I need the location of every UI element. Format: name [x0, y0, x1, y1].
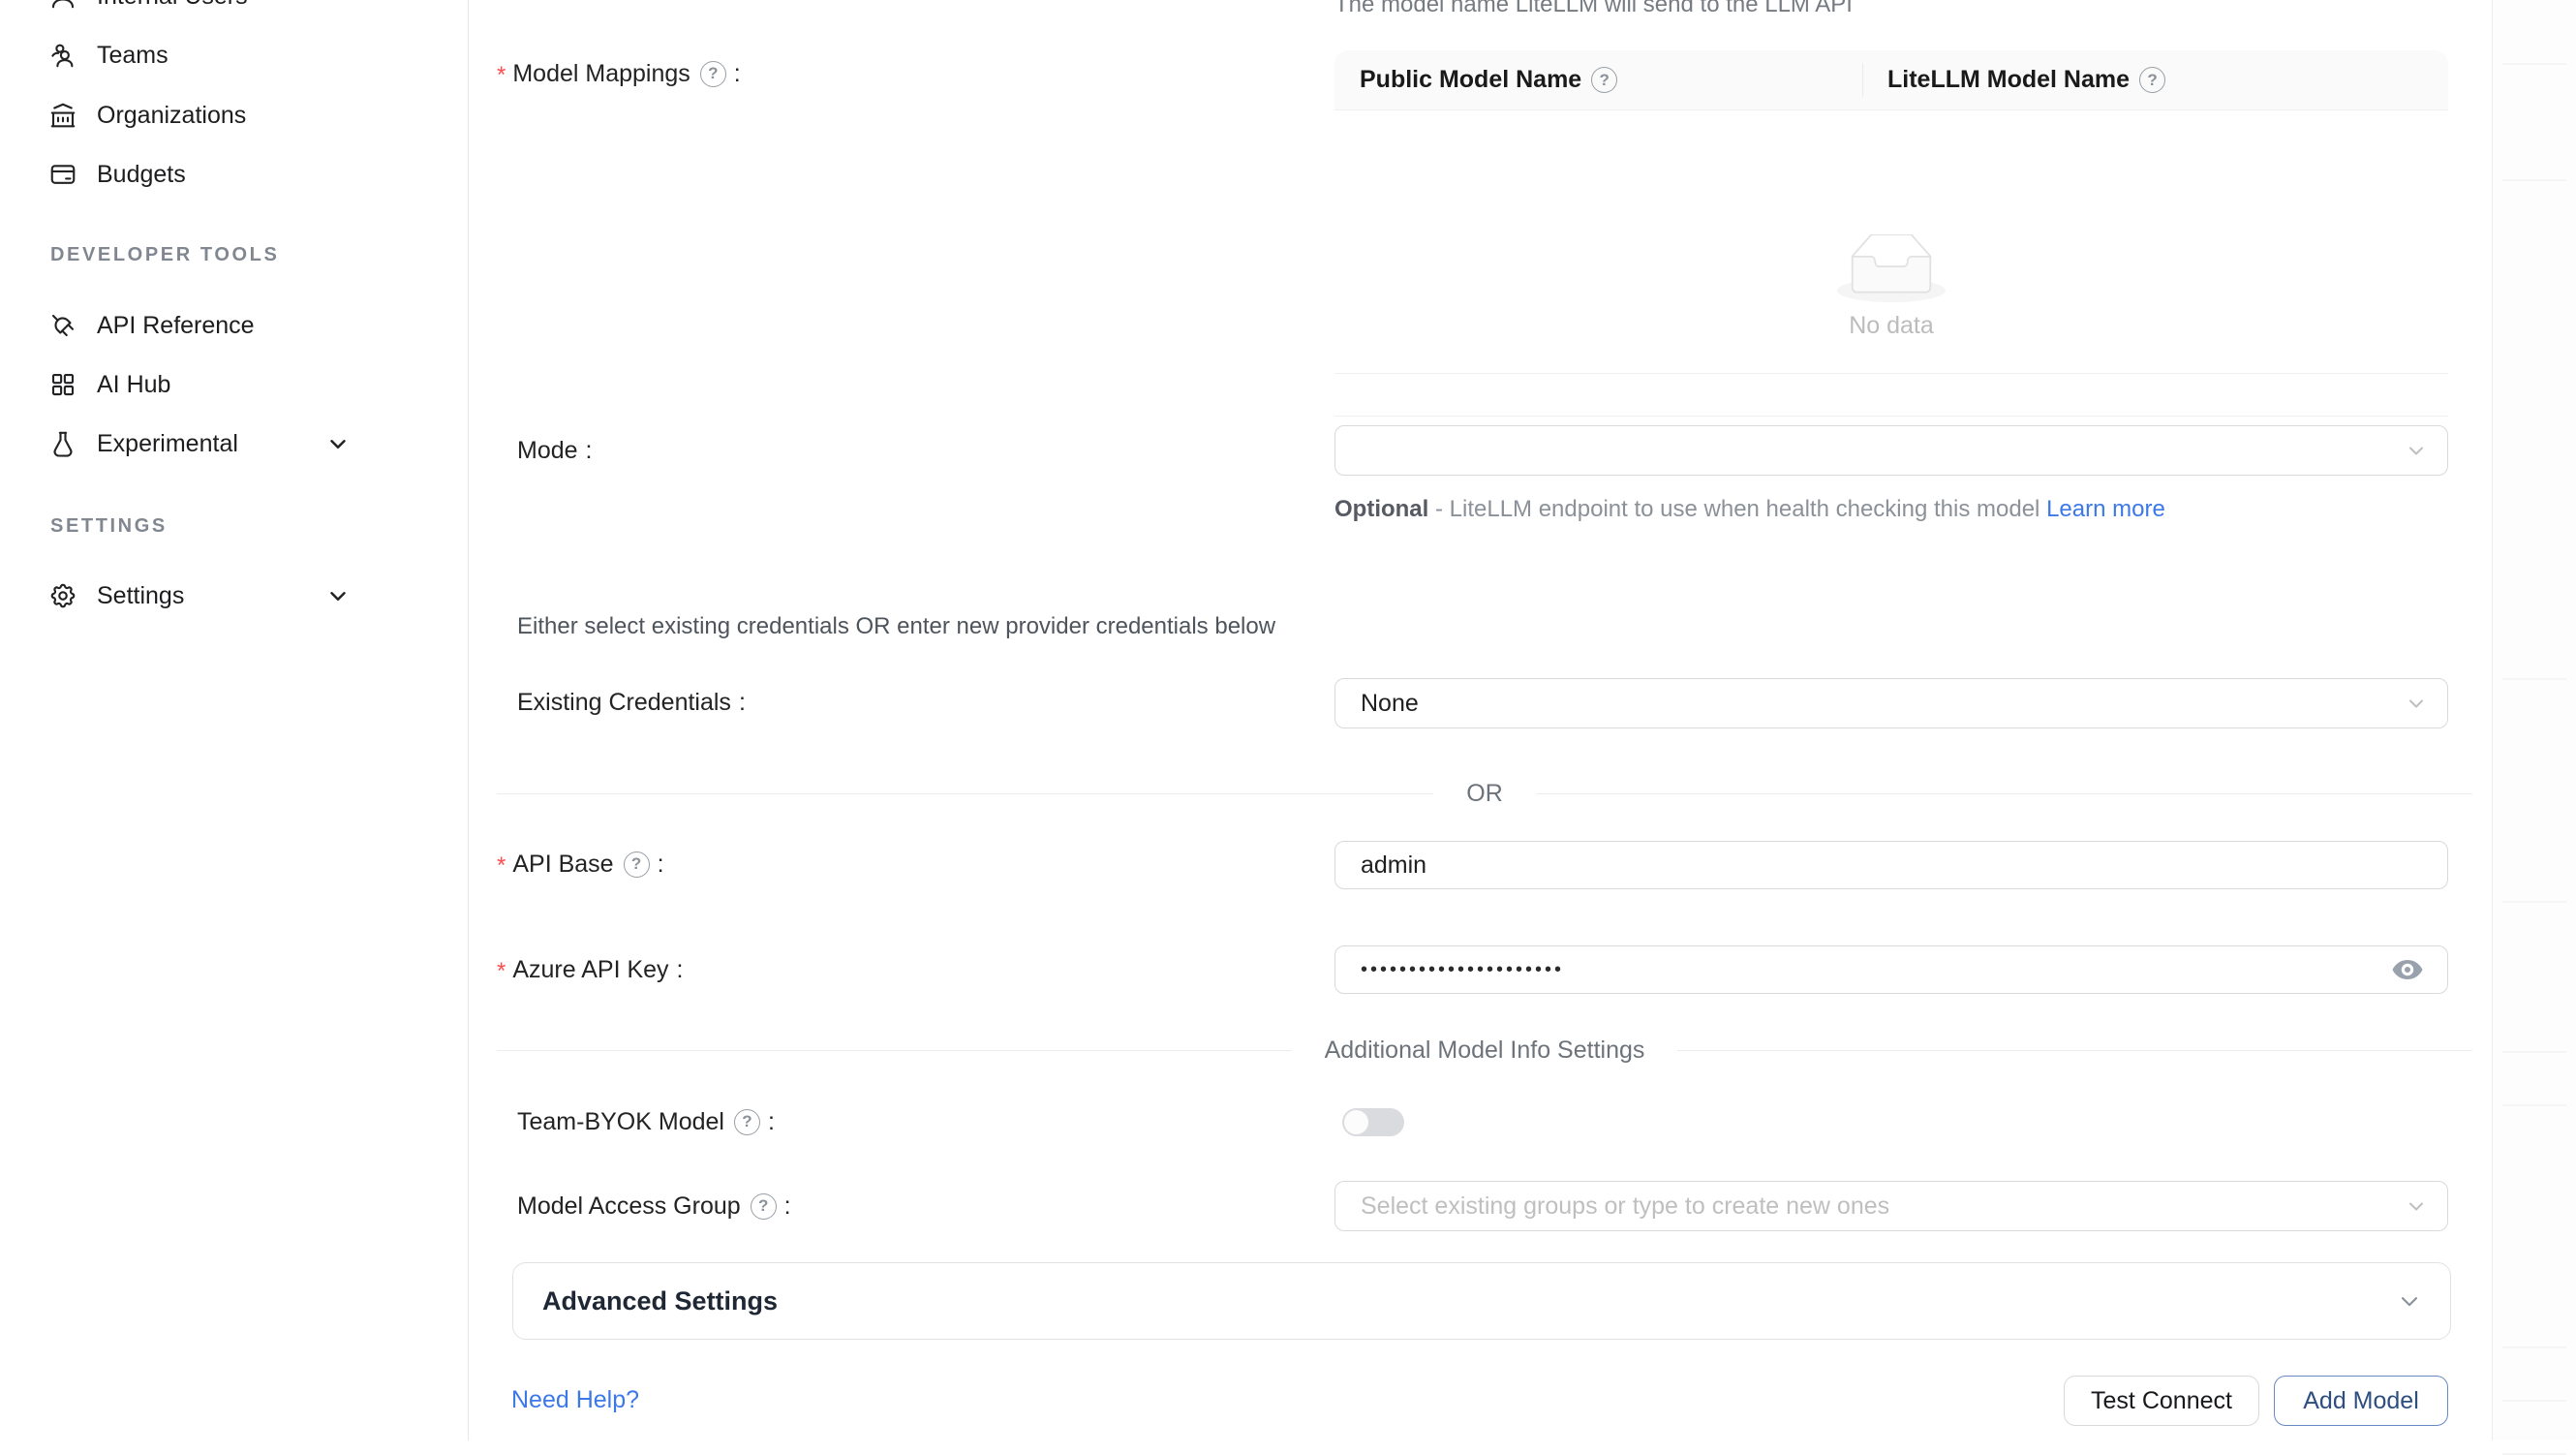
no-data-text: No data: [1849, 312, 1934, 340]
help-question-icon[interactable]: ?: [751, 1193, 777, 1220]
sidebar-section-developer-tools: DEVELOPER TOOLS: [50, 242, 279, 267]
additional-settings-divider: Additional Model Info Settings: [497, 1037, 2472, 1064]
required-marker: *: [497, 958, 506, 985]
empty-state: No data: [1334, 234, 2448, 340]
column-separator: [1862, 63, 1863, 97]
api-base-label: * API Base ? :: [497, 847, 664, 882]
column-header-litellm-model-name: LiteLLM Model Name ?: [1862, 50, 2448, 109]
mode-select[interactable]: [1334, 425, 2448, 476]
flask-icon: [48, 429, 77, 458]
users-icon: [48, 41, 77, 70]
sidebar-item-teams[interactable]: Teams: [0, 26, 468, 84]
azure-api-key-label: * Azure API Key :: [497, 952, 684, 987]
toggle-knob: [1344, 1110, 1368, 1134]
sidebar-item-label: Experimental: [97, 430, 238, 458]
sidebar-item-organizations[interactable]: Organizations: [0, 86, 468, 144]
sidebar-item-ai-hub[interactable]: AI Hub: [0, 356, 468, 414]
sidebar-item-settings[interactable]: Settings: [0, 567, 468, 625]
advanced-settings-title: Advanced Settings: [542, 1286, 778, 1316]
team-byok-label: Team-BYOK Model ? :: [517, 1104, 775, 1139]
sidebar-item-budgets[interactable]: Budgets: [0, 145, 468, 203]
required-marker: *: [497, 852, 506, 880]
column-header-public-model-name: Public Model Name ?: [1334, 50, 1862, 109]
sidebar-item-experimental[interactable]: Experimental: [0, 415, 468, 473]
or-divider: OR: [497, 780, 2472, 807]
help-question-icon[interactable]: ?: [1591, 67, 1617, 93]
model-access-group-select[interactable]: Select existing groups or type to create…: [1334, 1181, 2448, 1231]
sidebar-item-label: Settings: [97, 582, 184, 610]
chevron-down-icon: [2405, 1194, 2428, 1218]
test-connect-button[interactable]: Test Connect: [2064, 1376, 2259, 1426]
existing-credentials-select[interactable]: None: [1334, 678, 2448, 728]
gear-icon: [48, 581, 77, 610]
model-mappings-label: * Model Mappings ? :: [497, 56, 741, 91]
learn-more-link[interactable]: Learn more: [2046, 496, 2165, 522]
sidebar-item-api-reference[interactable]: API Reference: [0, 296, 468, 355]
mode-hint: Optional - LiteLLM endpoint to use when …: [1334, 490, 2218, 528]
model-name-hint: The model name LiteLLM will send to the …: [1334, 0, 1853, 18]
sidebar-section-settings: SETTINGS: [50, 513, 168, 539]
help-question-icon[interactable]: ?: [734, 1109, 760, 1135]
masked-password-value: •••••••••••••••••••••: [1361, 959, 1564, 981]
azure-api-key-input[interactable]: •••••••••••••••••••••: [1334, 945, 2448, 994]
model-access-group-label: Model Access Group ? :: [517, 1189, 791, 1223]
credit-card-icon: [48, 160, 77, 189]
credentials-note: Either select existing credentials OR en…: [517, 613, 1275, 640]
team-byok-toggle[interactable]: [1342, 1108, 1404, 1136]
plug-icon: [48, 311, 77, 340]
empty-inbox-icon: [1837, 234, 1946, 304]
help-question-icon[interactable]: ?: [624, 851, 650, 878]
additional-settings-divider-text: Additional Model Info Settings: [1292, 1037, 1678, 1065]
mode-label: Mode :: [517, 433, 593, 468]
existing-credentials-label: Existing Credentials :: [517, 685, 746, 720]
sidebar-item-label: Organizations: [97, 102, 246, 130]
sidebar-item-label: API Reference: [97, 312, 255, 340]
sidebar: Internal Users Teams Organizations Budge…: [0, 0, 469, 1440]
select-placeholder: Select existing groups or type to create…: [1361, 1192, 1889, 1221]
table-empty-body: No data: [1334, 110, 2448, 374]
chevron-down-icon: [2405, 692, 2428, 715]
sidebar-item-internal-users[interactable]: Internal Users: [0, 0, 468, 25]
chevron-down-icon: [2396, 1287, 2423, 1315]
sidebar-item-label: Budgets: [97, 161, 186, 189]
need-help-link[interactable]: Need Help?: [511, 1386, 639, 1414]
sidebar-item-label: AI Hub: [97, 371, 170, 399]
required-marker: *: [497, 62, 506, 89]
grid-icon: [48, 370, 77, 399]
bank-icon: [48, 101, 77, 130]
add-model-button[interactable]: Add Model: [2274, 1376, 2448, 1426]
sidebar-item-label: Teams: [97, 42, 169, 70]
advanced-settings-panel[interactable]: Advanced Settings: [512, 1262, 2451, 1340]
model-mappings-table: Public Model Name ? LiteLLM Model Name ?…: [1334, 50, 2448, 417]
sidebar-item-label: Internal Users: [97, 0, 248, 11]
or-divider-text: OR: [1433, 780, 1536, 808]
chevron-down-icon: [325, 431, 351, 456]
background-page-strip: [2492, 0, 2576, 1440]
table-header-row: Public Model Name ? LiteLLM Model Name ?: [1334, 50, 2448, 110]
chevron-down-icon: [325, 583, 351, 608]
chevron-down-icon: [2405, 439, 2428, 462]
eye-icon[interactable]: [2391, 958, 2424, 981]
api-base-input[interactable]: admin: [1334, 841, 2448, 889]
user-icon: [48, 0, 77, 11]
table-footer-stub: [1334, 374, 2448, 417]
help-question-icon[interactable]: ?: [700, 61, 726, 87]
help-question-icon[interactable]: ?: [2139, 67, 2165, 93]
